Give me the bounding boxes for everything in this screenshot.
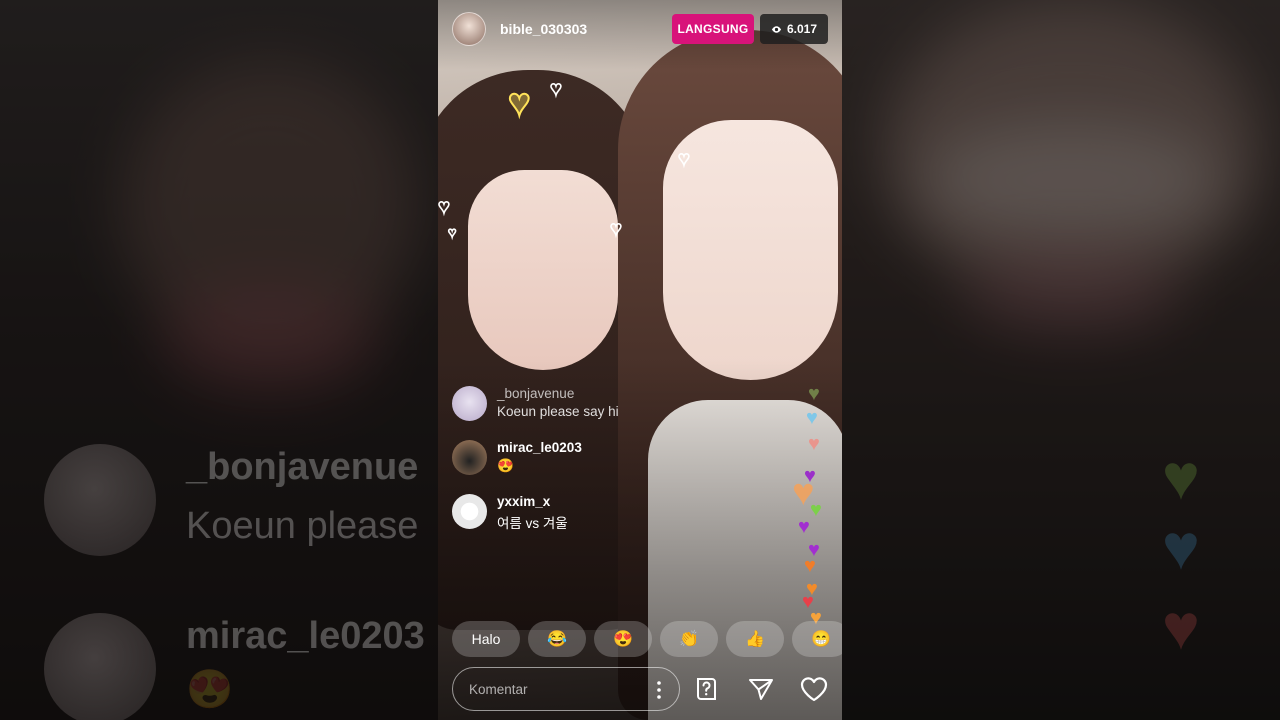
floating-heart-icon: ♥ (808, 383, 820, 405)
comment-composer[interactable] (452, 667, 680, 711)
question-button[interactable] (690, 672, 724, 706)
comment-username[interactable]: _bonjavenue (497, 386, 619, 401)
ghost-avatar-2 (44, 613, 156, 720)
heart-icon (800, 677, 828, 702)
ghost-avatar-1 (44, 444, 156, 556)
comment-item: mirac_le0203 😍 (452, 440, 582, 475)
share-button[interactable] (744, 672, 778, 706)
filter-heart-icon: ♥ (438, 195, 451, 219)
send-icon (749, 679, 773, 700)
floating-heart-icon: ♥ (806, 407, 818, 429)
live-badge: LANGSUNG (672, 14, 754, 44)
floating-heart-icon: ♥ (810, 499, 822, 521)
filter-heart-icon: ♥ (677, 147, 690, 171)
quick-reaction-clap[interactable]: 👏 (660, 621, 718, 657)
eye-icon (771, 25, 782, 33)
live-stream-view: ♥ ♥ ♥ ♥ ♥ ♥ bible_030303 LANGSUNG 6.017 … (438, 0, 842, 720)
viewer-count: 6.017 (786, 22, 818, 36)
floating-heart-icon: ♥ (798, 516, 810, 538)
ghost-heart-blue: ♥ (1162, 511, 1200, 583)
ghost-comment-1: Koeun please (186, 505, 419, 547)
filter-heart-icon: ♥ (507, 81, 532, 125)
ghost-username-2: mirac_le0203 (186, 615, 425, 657)
comment-text: 여름 vs 겨울 (497, 516, 568, 531)
comment-avatar[interactable] (452, 494, 487, 529)
quick-reaction-halo[interactable]: Halo (452, 621, 520, 657)
comment-text: 😍 (497, 458, 514, 473)
ghost-heart-red: ♥ (1162, 591, 1200, 663)
host-avatar[interactable] (452, 12, 486, 46)
comment-username[interactable]: yxxim_x (497, 494, 568, 509)
floating-heart-icon: ♥ (804, 555, 816, 577)
filter-heart-icon: ♥ (549, 77, 562, 101)
host-username[interactable]: bible_030303 (500, 21, 587, 37)
quick-reaction-heart-eyes[interactable]: 😍 (594, 621, 652, 657)
comment-item: _bonjavenue Koeun please say hi (452, 386, 619, 421)
like-button[interactable] (797, 672, 831, 706)
floating-heart-icon: ♥ (808, 433, 820, 455)
viewer-count-badge[interactable]: 6.017 (760, 14, 828, 44)
comment-text: Koeun please say hi (497, 404, 619, 419)
quick-reaction-grin[interactable]: 😁 (792, 621, 842, 657)
quick-reaction-laugh[interactable]: 😂 (528, 621, 586, 657)
video-frame (438, 0, 842, 720)
background-right-blur: ♥ ♥ ♥ (842, 0, 1280, 720)
comment-item: yxxim_x 여름 vs 겨울 (452, 494, 568, 532)
quick-reaction-thumbs-up[interactable]: 👍 (726, 621, 784, 657)
comment-input[interactable] (469, 681, 639, 697)
filter-heart-icon: ♥ (609, 217, 622, 241)
background-left-blur: _bonjavenue Koeun please mirac_le0203 😍 (0, 0, 438, 720)
more-vertical-icon[interactable] (657, 680, 661, 700)
ghost-heart-green: ♥ (1162, 441, 1200, 513)
ghost-username-1: _bonjavenue (186, 446, 419, 488)
comment-username[interactable]: mirac_le0203 (497, 440, 582, 455)
ghost-comment-2: 😍 (186, 669, 234, 711)
quick-reactions-bar: Halo 😂 😍 👏 👍 😁 (452, 621, 842, 657)
comment-avatar[interactable] (452, 386, 487, 421)
question-box-icon (697, 678, 716, 700)
filter-heart-icon: ♥ (447, 223, 457, 241)
comment-avatar[interactable] (452, 440, 487, 475)
